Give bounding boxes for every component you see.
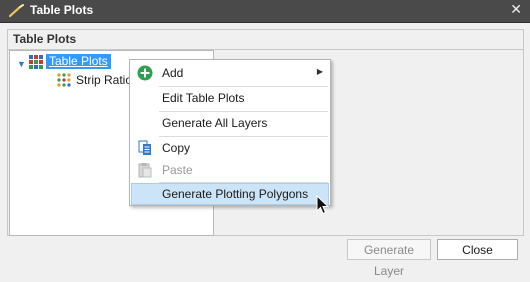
menu-item-label: Add [162,66,184,80]
group-title: Table Plots [13,32,77,46]
mouse-cursor-icon [316,195,330,215]
tree-node-label: Strip Ratio [76,73,133,87]
menu-item-copy[interactable]: Copy [131,137,329,159]
menu-item-generate-plotting-polygons[interactable]: Generate Plotting Polygons [131,183,329,205]
title-bar: Table Plots ✕ [0,0,530,23]
window-title: Table Plots [30,3,94,17]
generate-layer-button[interactable]: Generate Layer [347,239,431,278]
menu-item-label: Generate Plotting Polygons [162,187,309,201]
close-icon[interactable]: ✕ [510,1,522,18]
menu-item-edit-table-plots[interactable]: Edit Table Plots [131,87,329,109]
wand-icon [9,4,24,18]
expand-chevron-icon[interactable]: ▼ [17,59,27,69]
menu-item-generate-all-layers[interactable]: Generate All Layers [131,112,329,134]
menu-item-label: Copy [162,141,191,155]
menu-item-label: Paste [162,163,193,177]
close-button[interactable]: Close [437,239,518,260]
menu-item-add[interactable]: Add ▶ [131,62,329,84]
menu-item-label: Generate All Layers [162,116,268,130]
table-grid-icon [29,55,43,69]
copy-icon [138,140,151,155]
group-header: Table Plots [8,30,523,50]
add-plus-icon [137,65,153,81]
menu-item-paste[interactable]: Paste [131,159,329,181]
paste-icon [138,163,152,178]
tree-node-label: Table Plots [46,54,111,69]
dot-grid-icon [57,73,71,87]
submenu-arrow-icon: ▶ [316,67,323,76]
menu-item-label: Edit Table Plots [162,91,245,105]
context-menu: Add ▶ Edit Table Plots Generate All Laye… [129,59,331,206]
